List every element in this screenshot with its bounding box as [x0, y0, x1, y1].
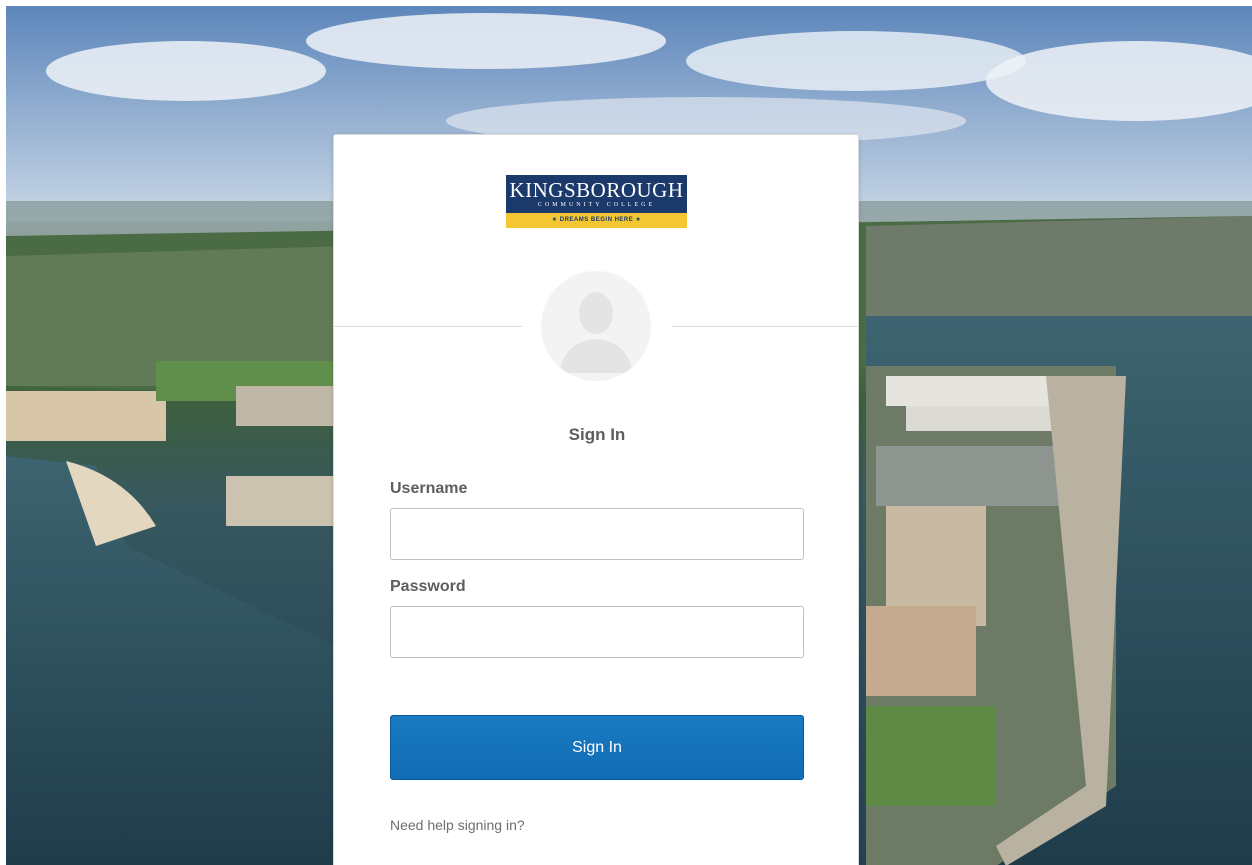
user-avatar-icon [541, 271, 651, 381]
password-input[interactable] [390, 606, 804, 658]
kingsborough-logo: KINGSBOROUGH COMMUNITY COLLEGE ★ DREAMS … [506, 175, 687, 228]
divider-left [334, 326, 522, 327]
need-help-link[interactable]: Need help signing in? [390, 817, 525, 833]
logo-main-text: KINGSBOROUGH [509, 178, 684, 202]
logo-tagline: ★ DREAMS BEGIN HERE ★ [551, 217, 642, 223]
logo-sub-text: COMMUNITY COLLEGE [537, 202, 656, 208]
page: KINGSBOROUGH COMMUNITY COLLEGE ★ DREAMS … [0, 0, 1252, 865]
sign-in-card: KINGSBOROUGH COMMUNITY COLLEGE ★ DREAMS … [333, 134, 859, 865]
divider-right [672, 326, 859, 327]
username-label: Username [390, 480, 468, 497]
password-label: Password [390, 578, 466, 595]
sign-in-button[interactable]: Sign In [390, 715, 804, 780]
page-title: Sign In [568, 425, 626, 444]
username-input[interactable] [390, 508, 804, 560]
